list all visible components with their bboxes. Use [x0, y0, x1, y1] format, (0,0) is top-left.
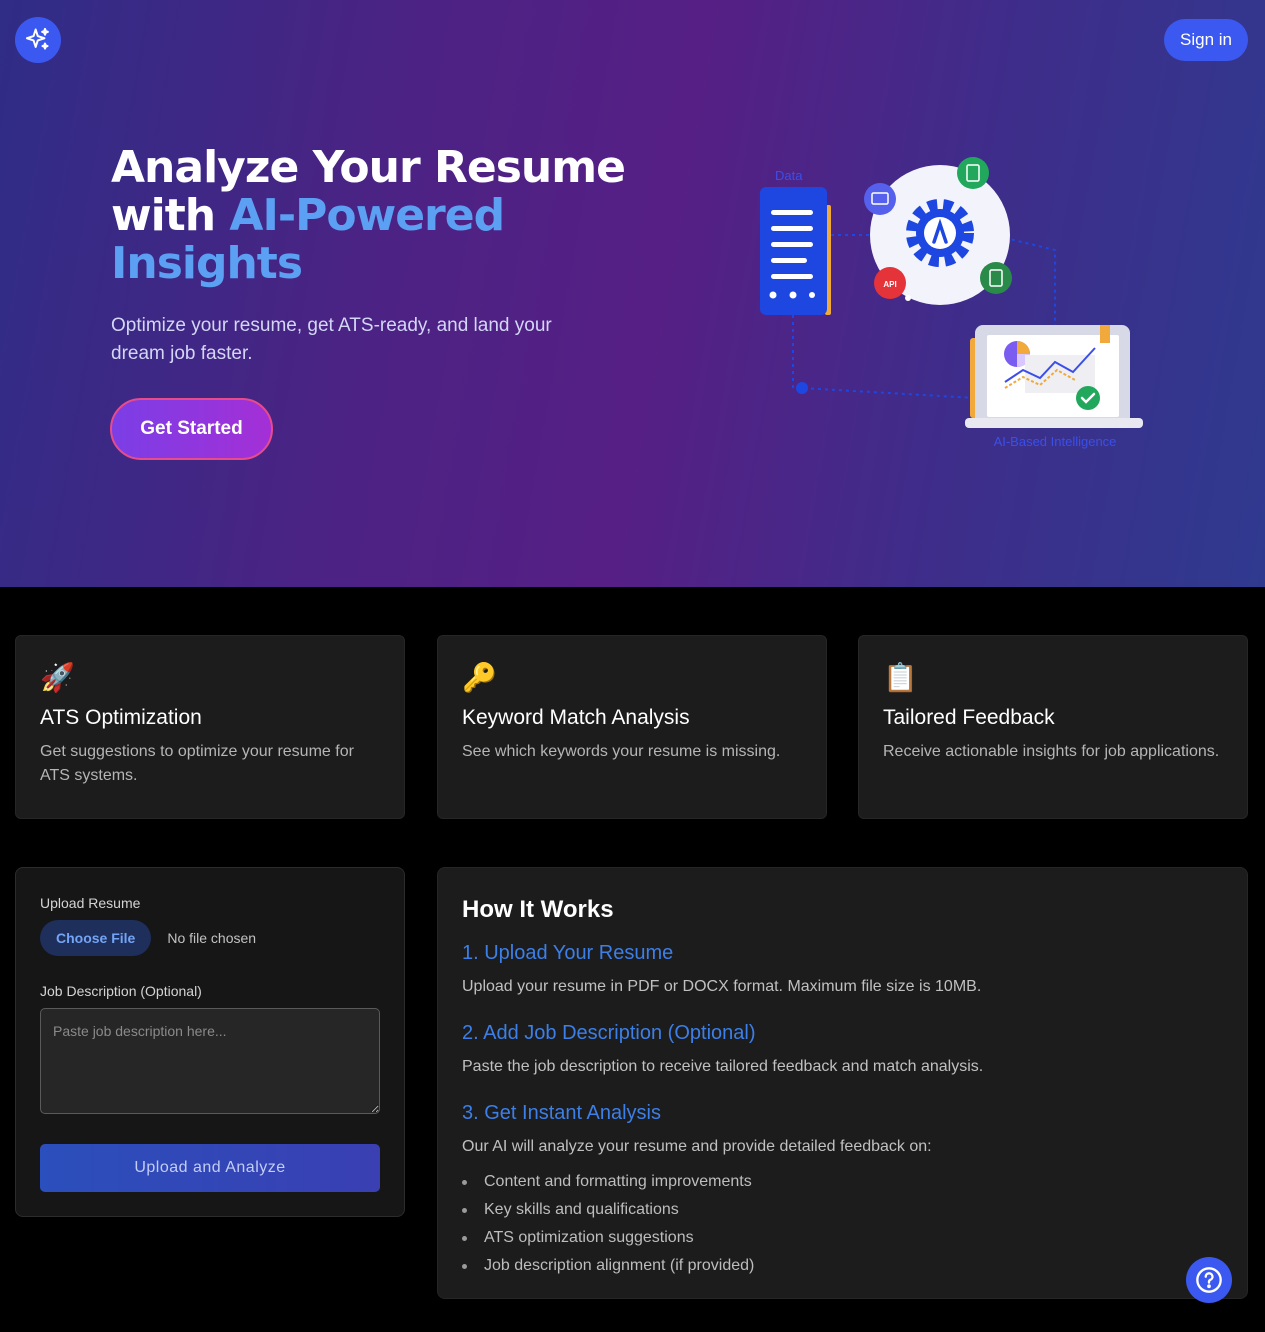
list-item: Content and formatting improvements [462, 1168, 754, 1196]
step-description: Upload your resume in PDF or DOCX format… [462, 978, 982, 995]
upload-form: Upload Resume Choose File No file chosen… [15, 867, 405, 1217]
rocket-icon: 🚀 [40, 662, 75, 693]
how-it-works-panel: How It Works 1. Upload Your Resume Uploa… [437, 867, 1248, 1299]
gear-icon [906, 199, 974, 267]
feature-description: Get suggestions to optimize your resume … [40, 743, 354, 784]
job-description-input[interactable] [40, 1008, 380, 1114]
hero-title-accent2: Insights [111, 238, 303, 289]
feature-card-feedback: 📋 Tailored Feedback Receive actionable i… [858, 635, 1248, 819]
clipboard-icon: 📋 [883, 662, 918, 693]
ai-analysis-illustration: Data API AI-Based Intelligence [760, 157, 1143, 449]
list-item: Key skills and qualifications [462, 1196, 754, 1224]
step-description: Paste the job description to receive tai… [462, 1058, 984, 1075]
sparkles-icon [25, 27, 49, 50]
how-it-works-title: How It Works [462, 896, 614, 923]
feature-title: Keyword Match Analysis [462, 706, 690, 729]
job-description-label: Job Description (Optional) [40, 983, 202, 999]
hero-subtitle: Optimize your resume, get ATS-ready, and… [111, 315, 552, 364]
api-badge-label: API [883, 280, 896, 289]
hero-title-accent1: AI-Powered [229, 190, 505, 241]
feature-card-keyword: 🔑 Keyword Match Analysis See which keywo… [437, 635, 827, 819]
help-button[interactable] [1186, 1257, 1232, 1303]
hero-title-with: with [111, 190, 230, 241]
choose-file-button[interactable]: Choose File [40, 920, 152, 956]
feature-description: See which keywords your resume is missin… [462, 743, 781, 760]
feature-title: ATS Optimization [40, 706, 202, 729]
key-icon: 🔑 [462, 662, 497, 693]
feedback-list: Content and formatting improvements Key … [462, 1168, 754, 1280]
laptop-dashboard-icon [965, 325, 1143, 428]
list-item: Job description alignment (if provided) [462, 1252, 754, 1280]
step-description: Our AI will analyze your resume and prov… [462, 1138, 932, 1155]
logo[interactable] [15, 17, 61, 63]
file-input[interactable]: Choose File No file chosen [40, 920, 256, 956]
upload-resume-label: Upload Resume [40, 895, 141, 911]
get-started-button[interactable]: Get Started [110, 398, 273, 460]
upload-analyze-button[interactable]: Upload and Analyze [40, 1144, 380, 1192]
step-title: 3. Get Instant Analysis [462, 1102, 661, 1124]
feature-description: Receive actionable insights for job appl… [883, 743, 1220, 760]
step-title: 1. Upload Your Resume [462, 942, 674, 964]
hero-section: Sign in Analyze Your Resume with AI-Powe… [0, 0, 1265, 587]
question-circle-icon [1196, 1267, 1222, 1293]
file-status-text: No file chosen [167, 930, 257, 946]
feature-card-ats: 🚀 ATS Optimization Get suggestions to op… [15, 635, 405, 819]
list-item: ATS optimization suggestions [462, 1224, 754, 1252]
sign-in-button[interactable]: Sign in [1164, 19, 1248, 61]
illustration-ai-label: AI-Based Intelligence [994, 434, 1117, 449]
illustration-data-label: Data [775, 168, 803, 183]
hero-title: Analyze Your Resume with AI-Powered Insi… [111, 144, 671, 288]
document-server-icon [760, 187, 831, 315]
feature-title: Tailored Feedback [883, 706, 1055, 729]
hero-title-line1: Analyze Your Resume [111, 142, 626, 193]
step-title: 2. Add Job Description (Optional) [462, 1022, 756, 1044]
